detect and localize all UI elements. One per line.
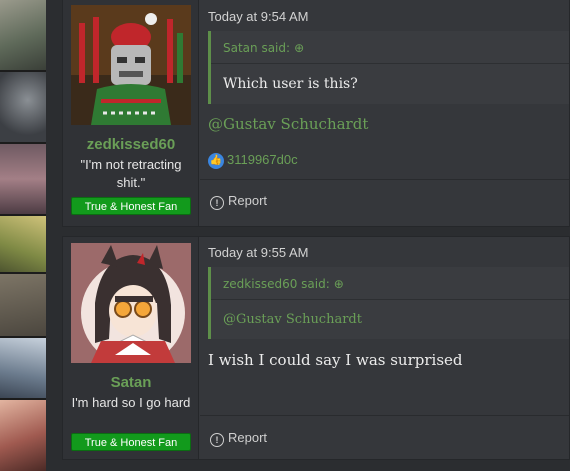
message-main: Today at 9:55 AM zedkissed60 said: ⊕ @Gus…	[200, 237, 569, 459]
report-link[interactable]: ! Report	[210, 193, 267, 210]
message-body: I wish I could say I was surprised	[208, 351, 463, 369]
mention-link[interactable]: @Gustav Schuchardt	[208, 115, 368, 133]
quote-author[interactable]: Satan said:	[223, 41, 290, 55]
user-cell: zedkissed60 "I'm not retracting shit." T…	[63, 0, 199, 226]
footer-divider	[200, 179, 569, 180]
report-label: Report	[228, 430, 268, 445]
thumbnail[interactable]	[0, 72, 46, 142]
quote-header[interactable]: zedkissed60 said: ⊕	[223, 277, 344, 291]
message: Satan I'm hard so I go hard True & Hones…	[62, 236, 570, 460]
reactions-bar[interactable]: 👍 3119967d0c	[208, 151, 298, 169]
username[interactable]: zedkissed60	[63, 136, 199, 153]
avatar-image	[71, 5, 191, 125]
thumbnail[interactable]	[0, 0, 46, 70]
timestamp[interactable]: Today at 9:54 AM	[208, 9, 308, 24]
report-link[interactable]: ! Report	[210, 430, 267, 447]
quote-mention[interactable]: @Gustav Schuchardt	[223, 312, 362, 327]
user-title: "I'm not retracting shit."	[80, 157, 182, 190]
thumbnail[interactable]	[0, 216, 46, 272]
username[interactable]: Satan	[63, 374, 199, 391]
avatar[interactable]	[71, 5, 191, 125]
quote-header[interactable]: Satan said: ⊕	[223, 41, 304, 55]
message: zedkissed60 "I'm not retracting shit." T…	[62, 0, 570, 227]
quote-divider	[211, 299, 569, 300]
report-icon: !	[210, 433, 224, 447]
thumbnail-strip	[0, 0, 46, 471]
report-label: Report	[228, 193, 268, 208]
user-title: I'm hard so I go hard	[71, 395, 191, 410]
user-cell: Satan I'm hard so I go hard True & Hones…	[63, 237, 199, 459]
avatar[interactable]	[71, 243, 191, 363]
arrow-up-circle-icon[interactable]: ⊕	[294, 41, 304, 55]
quote-text: Which user is this?	[223, 76, 358, 92]
like-icon: 👍	[208, 152, 224, 169]
thumbnail[interactable]	[0, 338, 46, 398]
quote-divider	[211, 63, 569, 64]
arrow-up-circle-icon[interactable]: ⊕	[334, 277, 344, 291]
user-banner: True & Honest Fan	[71, 433, 191, 451]
footer-divider	[200, 415, 569, 416]
thumbnail[interactable]	[0, 274, 46, 336]
avatar-image	[71, 243, 191, 363]
gutter	[46, 0, 62, 471]
thumbnail[interactable]	[0, 400, 46, 471]
quote-author[interactable]: zedkissed60 said:	[223, 277, 330, 291]
quote-block: zedkissed60 said: ⊕ @Gustav Schuchardt	[208, 267, 569, 339]
thumbnail[interactable]	[0, 144, 46, 214]
timestamp[interactable]: Today at 9:55 AM	[208, 245, 308, 260]
user-banner: True & Honest Fan	[71, 197, 191, 215]
reaction-user[interactable]: 3119967d0c	[227, 152, 298, 167]
report-icon: !	[210, 196, 224, 210]
message-main: Today at 9:54 AM Satan said: ⊕ Which user…	[200, 0, 569, 226]
quote-block: Satan said: ⊕ Which user is this?	[208, 31, 569, 104]
